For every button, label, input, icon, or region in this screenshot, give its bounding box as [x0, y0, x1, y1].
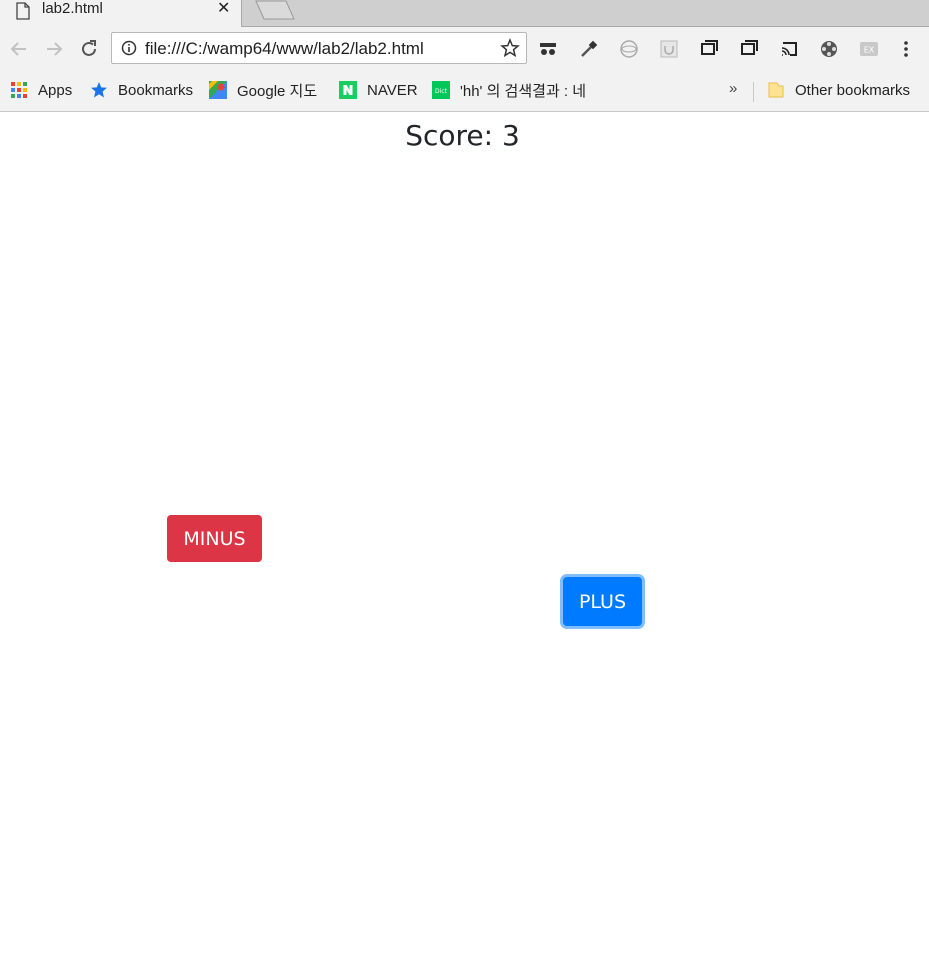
forward-button[interactable] — [42, 37, 66, 61]
other-bookmarks-label: Other bookmarks — [795, 81, 911, 99]
reload-button[interactable] — [77, 37, 101, 61]
bookmark-naver[interactable]: NAVER — [339, 80, 418, 100]
new-tab-button[interactable] — [254, 0, 296, 20]
google-maps-icon — [209, 81, 227, 99]
star-icon — [91, 82, 107, 98]
bookmarks-bar: Apps Bookmarks Google 지도 NAVER Dict 'hh'… — [0, 72, 929, 112]
page-icon — [16, 2, 30, 20]
browser-toolbar: file:///C:/wamp64/www/lab2/lab2.html EX — [0, 27, 929, 72]
score-display: Score: 3 — [405, 119, 520, 152]
url-text[interactable]: file:///C:/wamp64/www/lab2/lab2.html — [145, 39, 424, 59]
apps-grid-icon — [11, 82, 27, 98]
bookmark-label: Bookmarks — [118, 81, 194, 99]
cast-icon[interactable] — [778, 38, 800, 60]
film-reel-extension-icon[interactable] — [818, 38, 840, 60]
incognito-extension-icon[interactable] — [537, 38, 559, 60]
info-icon[interactable] — [121, 40, 137, 56]
eyedropper-extension-icon[interactable] — [578, 38, 600, 60]
forward-arrow-icon — [47, 42, 63, 56]
bookmark-google-maps[interactable]: Google 지도 — [209, 80, 317, 100]
bookmark-label: Apps — [38, 81, 73, 99]
menu-kebab-icon[interactable] — [895, 38, 917, 60]
bookmark-label: Google 지도 — [237, 82, 318, 100]
tab-strip: lab2.html ✕ — [0, 0, 929, 27]
tab-close-icon[interactable]: ✕ — [217, 0, 230, 18]
tab-title: lab2.html — [42, 0, 103, 17]
svg-text:Dict: Dict — [435, 88, 448, 95]
bookmarks-divider — [753, 82, 754, 102]
bookmark-bookmarks[interactable]: Bookmarks — [90, 80, 193, 100]
address-bar[interactable]: file:///C:/wamp64/www/lab2/lab2.html — [111, 32, 527, 64]
plus-button[interactable]: PLUS — [563, 577, 642, 626]
svg-text:EX: EX — [864, 46, 875, 55]
bookmark-label: 'hh' 의 검색결과 : 네 — [460, 82, 587, 100]
bookmarks-overflow-button[interactable]: » — [729, 80, 737, 97]
other-bookmarks-folder[interactable]: Other bookmarks — [767, 80, 910, 100]
bookmark-dict-search[interactable]: Dict 'hh' 의 검색결과 : 네 — [432, 80, 586, 100]
reload-icon — [82, 40, 96, 56]
pocket-extension-icon[interactable] — [658, 38, 680, 60]
minus-button[interactable]: MINUS — [167, 515, 262, 562]
browser-tab[interactable]: lab2.html ✕ — [0, 0, 242, 27]
naver-icon — [339, 81, 357, 99]
bookmark-star-icon[interactable] — [500, 38, 520, 58]
bookmark-apps[interactable]: Apps — [10, 80, 72, 100]
window-extension-icon[interactable] — [698, 38, 720, 60]
ad-block-extension-icon[interactable] — [618, 38, 640, 60]
back-arrow-icon — [10, 42, 26, 56]
folder-icon — [768, 82, 784, 98]
dict-icon: Dict — [432, 81, 450, 99]
ex-extension-icon[interactable]: EX — [858, 38, 880, 60]
back-button[interactable] — [7, 37, 31, 61]
bookmark-label: NAVER — [367, 81, 418, 99]
tabs-extension-icon[interactable] — [738, 38, 760, 60]
